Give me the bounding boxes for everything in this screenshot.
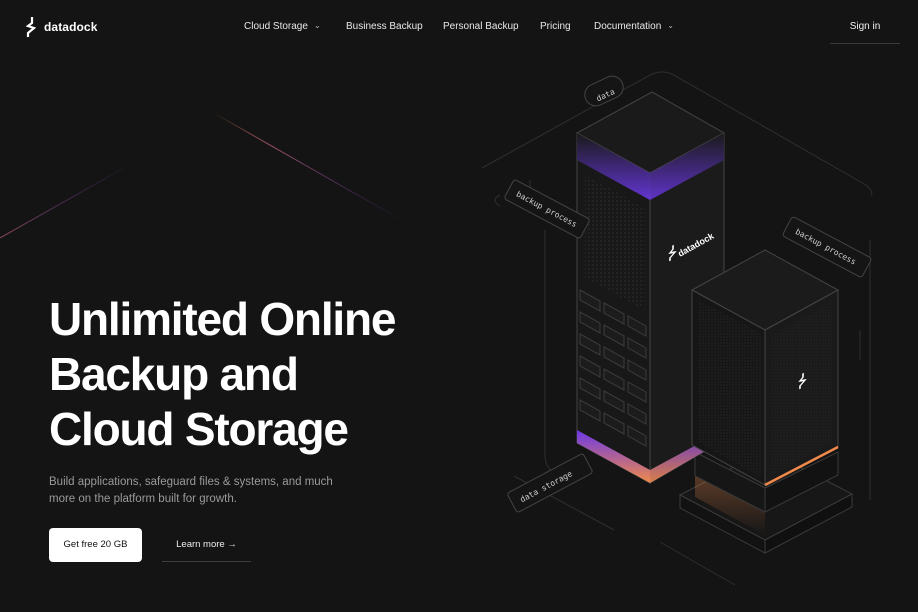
get-free-storage-button[interactable]: Get free 20 GB xyxy=(49,528,142,562)
tag-backup-process-left xyxy=(504,179,590,239)
nav-documentation[interactable]: Documentation ⌄ xyxy=(594,21,674,32)
learn-more-link[interactable]: Learn more → xyxy=(162,530,251,562)
nav-personal-backup[interactable]: Personal Backup xyxy=(443,21,519,32)
tag-backup-left-label: backup process xyxy=(515,190,579,230)
datadock-logo-icon xyxy=(25,17,37,37)
nav-label: Business Backup xyxy=(346,21,423,32)
brand-name: datadock xyxy=(44,20,98,34)
tag-backup-process-right xyxy=(782,216,872,278)
site-header: datadock Cloud Storage ⌄ Business Backup… xyxy=(0,0,918,56)
tag-data-storage-label: data storage xyxy=(519,469,574,504)
tag-data xyxy=(584,75,624,107)
storage-logo-icon xyxy=(798,372,807,390)
brand-logo[interactable]: datadock xyxy=(24,17,97,37)
nav-cloud-storage[interactable]: Cloud Storage ⌄ xyxy=(244,21,321,32)
tag-data-label: data xyxy=(595,87,616,103)
nav-label: Personal Backup xyxy=(443,21,519,32)
nav-label: Documentation xyxy=(594,21,662,32)
tower-brand-label: datadock xyxy=(676,230,716,258)
sign-in-button[interactable]: Sign in xyxy=(830,14,900,44)
nav-label: Cloud Storage xyxy=(244,21,308,32)
nav-label: Pricing xyxy=(540,21,571,32)
hero-subtitle: Build applications, safeguard files & sy… xyxy=(49,476,333,505)
tower-logo-icon xyxy=(668,244,677,262)
tower-server xyxy=(575,91,726,484)
chevron-down-icon: ⌄ xyxy=(667,21,674,30)
nav-pricing[interactable]: Pricing xyxy=(540,21,571,32)
tag-backup-right-label: backup process xyxy=(794,227,858,267)
hero-title-line: Unlimited Online xyxy=(49,293,396,345)
chevron-down-icon: ⌄ xyxy=(313,21,321,30)
nav-business-backup[interactable]: Business Backup xyxy=(346,21,423,32)
hero-title: Unlimited Online Backup and Cloud Storag… xyxy=(49,292,469,457)
tag-data-storage xyxy=(507,453,593,513)
hero-title-line: Cloud Storage xyxy=(49,403,349,455)
hero-title-line: Backup and xyxy=(49,348,299,400)
storage-server xyxy=(690,249,840,486)
